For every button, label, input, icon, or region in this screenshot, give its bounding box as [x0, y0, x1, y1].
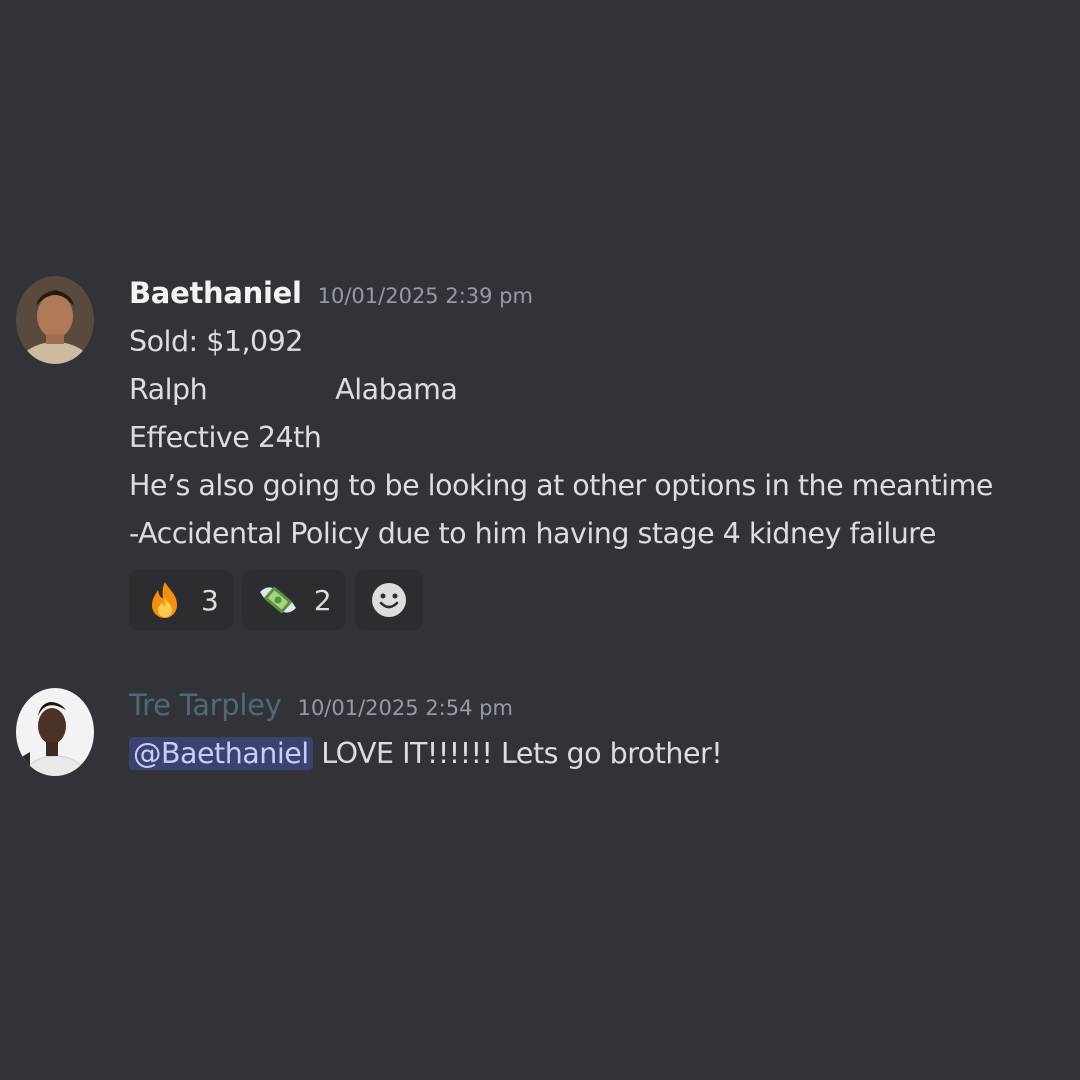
message-header: Baethaniel 10/01/2025 2:39 pm [129, 276, 1060, 318]
reaction-count: 3 [201, 583, 219, 617]
timestamp: 10/01/2025 2:39 pm [317, 284, 533, 308]
reaction-money-with-wings[interactable]: 2 [241, 570, 346, 630]
client-state: Alabama [335, 373, 458, 406]
message-line-sold: Sold: $1,092 [129, 325, 303, 358]
smiley-icon [371, 583, 406, 617]
avatar-image [16, 688, 94, 776]
message-line-effective: Effective 24th [129, 421, 322, 454]
message-content: Tre Tarpley 10/01/2025 2:54 pm @Baethani… [129, 688, 1060, 778]
message-line-policy: -Accidental Policy due to him having sta… [129, 517, 936, 550]
message-line-client: Ralph Alabama [129, 366, 1060, 414]
avatar[interactable] [16, 688, 94, 776]
username[interactable]: Tre Tarpley [129, 688, 282, 722]
avatar-image [16, 276, 94, 364]
message-text: LOVE IT!!!!!! Lets go brother! [312, 737, 723, 770]
username[interactable]: Baethaniel [129, 276, 302, 310]
timestamp: 10/01/2025 2:54 pm [297, 696, 513, 720]
message-line: @Baethaniel LOVE IT!!!!!! Lets go brothe… [129, 730, 1060, 778]
avatar[interactable] [16, 276, 94, 364]
add-reaction-button[interactable] [354, 570, 423, 630]
fire-emoji-icon [152, 582, 177, 618]
message-line-note: He’s also going to be looking at other o… [129, 469, 993, 502]
message-header: Tre Tarpley 10/01/2025 2:54 pm [129, 688, 1060, 730]
reactions-bar: 3 2 [129, 570, 1060, 630]
user-mention[interactable]: @Baethaniel [129, 737, 313, 770]
client-name: Ralph [129, 373, 208, 406]
reaction-count: 2 [313, 583, 332, 617]
chat-view: Baethaniel 10/01/2025 2:39 pm Sold: $1,0… [0, 0, 1080, 1080]
money-with-wings-icon [259, 586, 296, 614]
message-content: Baethaniel 10/01/2025 2:39 pm Sold: $1,0… [129, 276, 1060, 630]
reaction-fire[interactable]: 3 [129, 570, 233, 630]
